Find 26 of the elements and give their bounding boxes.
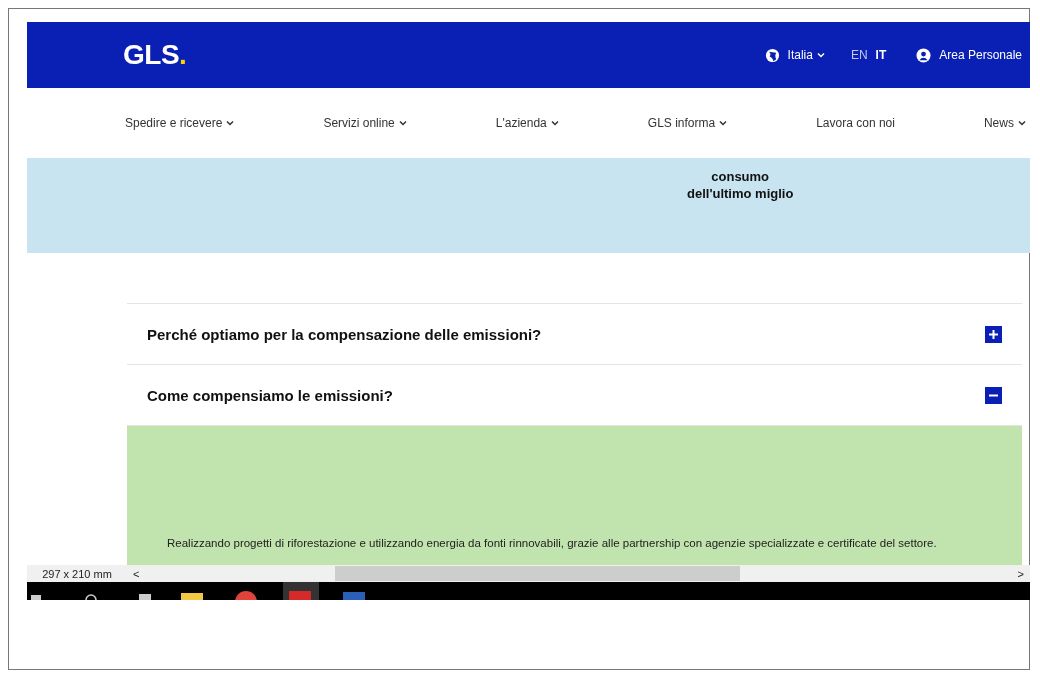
nav-menu-item[interactable]: GLS informa [647, 116, 728, 130]
page-size-label: 297 x 210 mm [41, 567, 113, 580]
scrollbar-thumb[interactable] [335, 566, 741, 581]
answer-text: Realizzando progetti di riforestazione e utilizzando energia da fonti rinnovabili, grazie alle partnership con agenzie specializzate e certificate del settore. [167, 536, 937, 551]
nav-menu-item[interactable]: News [983, 116, 1026, 130]
nav-menu-item[interactable]: Spedire e ricevere [125, 116, 235, 130]
accordion-title: Come compensiamo le emissioni? [147, 386, 393, 404]
scroll-right-button[interactable]: > [1011, 567, 1030, 580]
banner-text: dell'ultimo miglio [687, 185, 794, 202]
nav-menu-item[interactable]: Servizi online [323, 116, 407, 130]
language-link[interactable]: IT [875, 48, 887, 62]
country-selector[interactable]: Italia [787, 48, 825, 62]
collapse-icon[interactable] [985, 386, 1002, 404]
scroll-left-button[interactable]: < [127, 567, 146, 580]
expand-icon[interactable] [985, 325, 1002, 343]
account-link[interactable]: Area Personale [939, 48, 1022, 62]
user-icon [916, 47, 932, 63]
accordion-header[interactable]: Perché optiamo per la compensazione delle emissioni? [127, 304, 1022, 365]
language-link[interactable]: EN [850, 48, 868, 62]
nav-menu-item[interactable]: L'azienda [495, 116, 559, 130]
nav-menu-item[interactable]: Lavora con noi [816, 116, 895, 130]
chevron-down-icon [816, 52, 825, 58]
globe-icon [764, 47, 780, 63]
gls-logo[interactable]: GLS. [123, 39, 187, 71]
banner-text: consumo [711, 168, 770, 185]
accordion-title: Perché optiamo per la compensazione delle emissioni? [147, 325, 542, 343]
